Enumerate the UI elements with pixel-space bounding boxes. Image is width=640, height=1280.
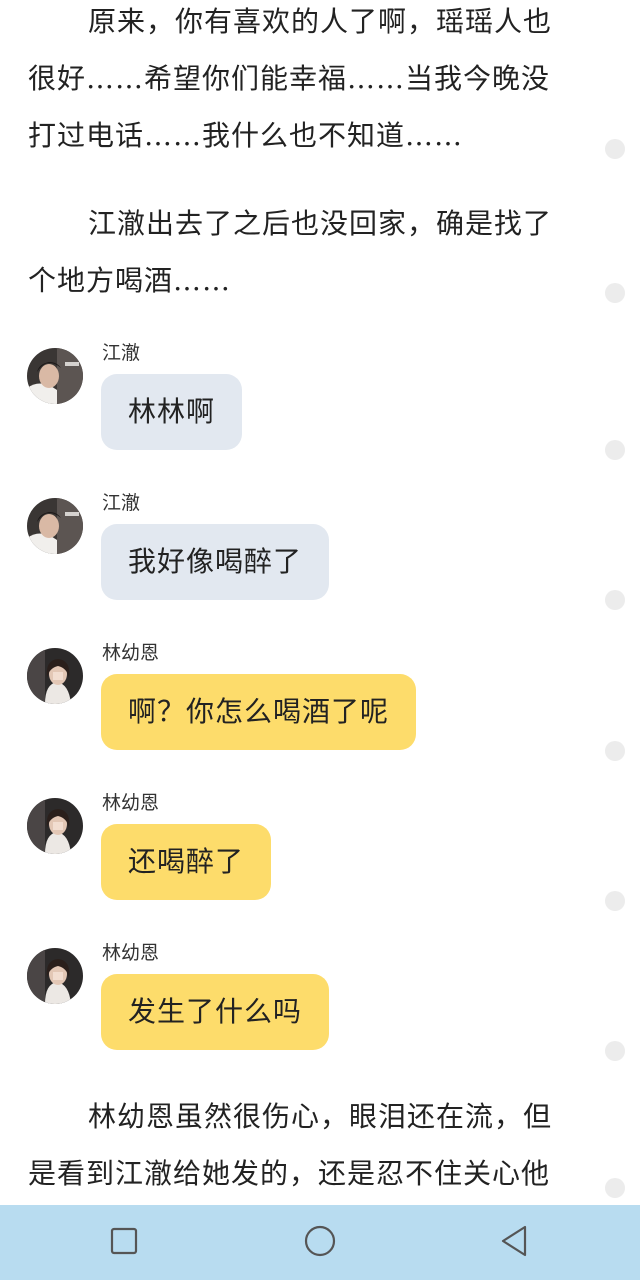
message-bubble[interactable]: 啊？你怎么喝酒了呢 [101,674,417,750]
paragraph-comment-dot[interactable] [605,891,625,911]
message-bubble[interactable]: 林林啊 [101,374,243,450]
reader-page: 原来，你有喜欢的人了啊，瑶瑶人也 很好……希望你们能幸福……当我今晚没 打过电话… [0,0,640,1205]
story-line: 林幼恩虽然很伤心，眼泪还在流，但 [88,1100,553,1133]
paragraph-comment-dot[interactable] [605,139,625,159]
story-line: 是看到江澈给她发的，还是忍不住关心他 [28,1157,551,1190]
home-button[interactable] [280,1205,360,1280]
story-line: 个地方喝酒…… [28,264,232,297]
sender-name: 林幼恩 [102,642,160,664]
back-icon [499,1224,529,1262]
message-bubble[interactable]: 发生了什么吗 [101,974,330,1050]
paragraph-comment-dot[interactable] [605,1178,625,1198]
message-bubble[interactable]: 我好像喝醉了 [101,524,330,600]
back-button[interactable] [474,1205,554,1280]
recent-apps-icon [110,1227,138,1259]
story-line: 打过电话……我什么也不知道…… [28,119,464,152]
paragraph-comment-dot[interactable] [605,283,625,303]
story-paragraph: 原来，你有喜欢的人了啊，瑶瑶人也 很好……希望你们能幸福……当我今晚没 打过电话… [28,0,588,164]
navigation-bar [0,1205,640,1280]
avatar[interactable] [27,798,83,854]
paragraph-comment-dot[interactable] [605,440,625,460]
sender-name: 林幼恩 [102,942,160,964]
paragraph-comment-dot[interactable] [605,741,625,761]
sender-name: 江澈 [102,492,141,514]
avatar[interactable] [27,348,83,404]
story-line: 很好……希望你们能幸福……当我今晚没 [28,62,551,95]
story-paragraph: 林幼恩虽然很伤心，眼泪还在流，但 是看到江澈给她发的，还是忍不住关心他 [28,1088,588,1202]
home-icon [304,1225,336,1261]
paragraph-comment-dot[interactable] [605,590,625,610]
paragraph-comment-dot[interactable] [605,1041,625,1061]
story-line: 原来，你有喜欢的人了啊，瑶瑶人也 [88,5,553,38]
recent-apps-button[interactable] [84,1205,164,1280]
sender-name: 林幼恩 [102,792,160,814]
avatar[interactable] [27,498,83,554]
sender-name: 江澈 [102,342,141,364]
story-paragraph: 江澈出去了之后也没回家，确是找了 个地方喝酒…… [28,195,588,309]
avatar[interactable] [27,948,83,1004]
avatar[interactable] [27,648,83,704]
message-bubble[interactable]: 还喝醉了 [101,824,272,900]
story-line: 江澈出去了之后也没回家，确是找了 [88,207,553,240]
